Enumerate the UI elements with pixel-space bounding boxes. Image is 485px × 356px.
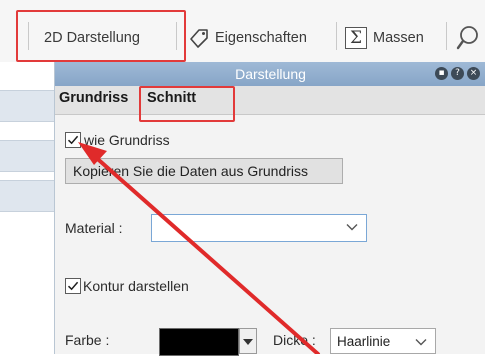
close-icon[interactable]: × xyxy=(467,67,480,80)
help-icon[interactable]: ? xyxy=(451,67,464,80)
panel-tabs: Grundriss Schnitt xyxy=(55,86,485,115)
eigenschaften-label: Eigenschaften xyxy=(215,30,307,46)
background-strip xyxy=(0,140,54,172)
dicke-label: Dicke : xyxy=(273,332,316,348)
massen-button[interactable]: Σ Massen xyxy=(345,23,424,53)
dicke-value: Haarlinie xyxy=(337,333,391,349)
wie-grundriss-checkbox[interactable] xyxy=(65,132,81,148)
toolbar-separator xyxy=(176,22,177,50)
background-strip xyxy=(0,180,54,212)
panel-titlebar: Darstellung ▪ ? × xyxy=(55,62,485,86)
kontur-darstellen-checkbox[interactable] xyxy=(65,278,81,294)
wie-grundriss-label: wie Grundriss xyxy=(84,132,170,148)
toolbar-separator xyxy=(446,22,447,50)
farbe-label: Farbe : xyxy=(65,332,110,348)
copy-button-label: Kopieren Sie die Daten aus Grundriss xyxy=(73,163,309,179)
tab-grundriss[interactable]: Grundriss xyxy=(59,90,128,106)
top-toolbar: 2D Darstellung Eigenschaften Σ Massen xyxy=(0,0,485,63)
copy-from-grundriss-button[interactable]: Kopieren Sie die Daten aus Grundriss xyxy=(65,158,343,184)
checkmark-icon xyxy=(67,281,79,291)
caret-down-icon xyxy=(243,339,253,345)
background-app-area xyxy=(0,62,54,354)
chevron-down-icon xyxy=(346,224,358,231)
panel-title: Darstellung xyxy=(235,66,306,82)
tag-icon xyxy=(188,27,210,49)
pin-icon[interactable]: ▪ xyxy=(435,67,448,80)
chevron-down-icon xyxy=(415,339,427,346)
toolbar-separator xyxy=(336,22,337,50)
titlebar-buttons: ▪ ? × xyxy=(435,67,480,80)
color-dropdown-button[interactable] xyxy=(239,328,257,354)
sigma-icon: Σ xyxy=(345,27,367,49)
eigenschaften-button[interactable]: Eigenschaften xyxy=(188,23,307,53)
checkmark-icon xyxy=(67,135,79,145)
highlight-darstellung-button xyxy=(16,10,186,62)
search-icon xyxy=(455,25,485,51)
material-label: Material : xyxy=(65,220,123,236)
material-dropdown[interactable] xyxy=(151,214,367,242)
darstellung-panel: Darstellung ▪ ? × Grundriss Schnitt wie … xyxy=(54,62,485,356)
dicke-dropdown[interactable]: Haarlinie xyxy=(330,328,436,354)
massen-label: Massen xyxy=(373,30,424,46)
search-button[interactable] xyxy=(455,23,485,53)
background-strip xyxy=(0,90,54,122)
kontur-darstellen-label: Kontur darstellen xyxy=(83,278,189,294)
highlight-schnitt-tab xyxy=(139,86,235,122)
color-swatch[interactable] xyxy=(159,328,239,356)
